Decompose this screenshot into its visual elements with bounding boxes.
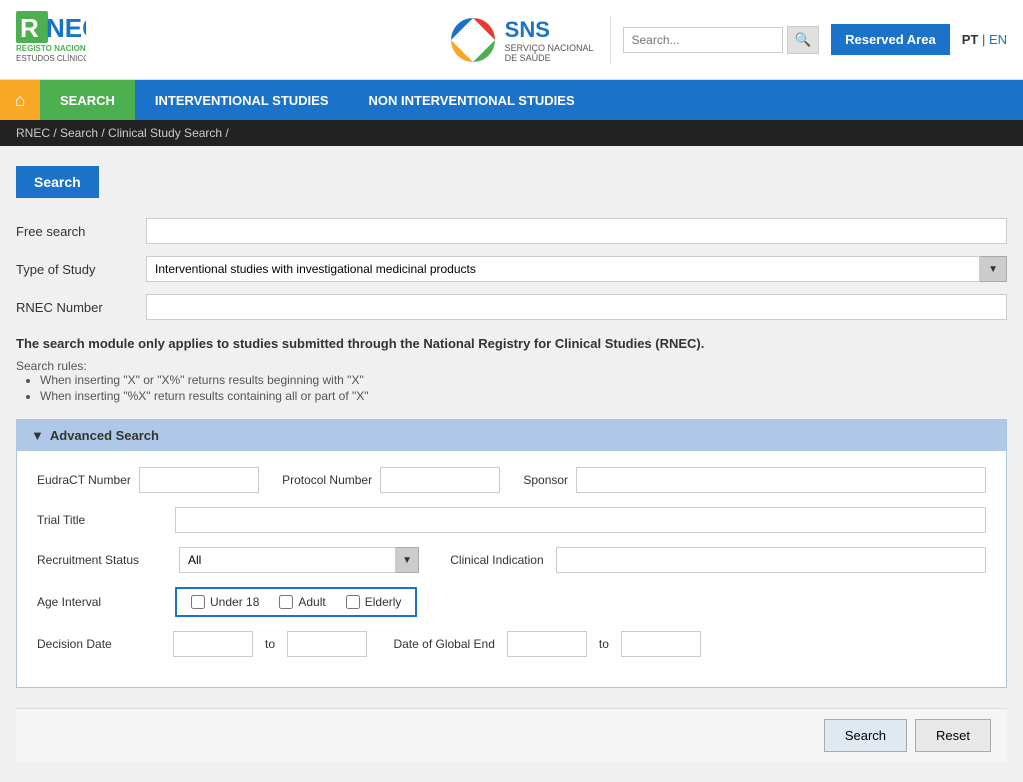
navigation-bar: ⌂ SEARCH INTERVENTIONAL STUDIES NON INTE… bbox=[0, 80, 1023, 120]
advanced-search-section: ▼ Advanced Search EudraCT Number Protoco… bbox=[16, 419, 1007, 688]
svg-text:REGISTO NACIONAL: REGISTO NACIONAL bbox=[16, 44, 86, 53]
info-text: The search module only applies to studie… bbox=[16, 336, 1007, 351]
bottom-reset-button[interactable]: Reset bbox=[915, 719, 991, 752]
sns-sub2: DE SAÚDE bbox=[505, 53, 594, 63]
collapse-icon: ▼ bbox=[31, 428, 44, 443]
sns-text-block: SNS SERVIÇO NACIONAL DE SAÚDE bbox=[505, 17, 594, 63]
rnec-logo: R NEC REGISTO NACIONAL ESTUDOS CLÍNICOS bbox=[16, 11, 86, 69]
global-end-to: to bbox=[599, 637, 609, 651]
free-search-input[interactable] bbox=[146, 218, 1007, 244]
advanced-search-body: EudraCT Number Protocol Number Sponsor T… bbox=[17, 451, 1006, 687]
header: R NEC REGISTO NACIONAL ESTUDOS CLÍNICOS … bbox=[0, 0, 1023, 80]
free-search-row: Free search bbox=[16, 218, 1007, 244]
recruitment-select-arrow: ▼ bbox=[396, 547, 419, 573]
protocol-label: Protocol Number bbox=[282, 473, 372, 487]
sns-circle-logo bbox=[449, 16, 497, 64]
sns-logo: SNS SERVIÇO NACIONAL DE SAÚDE bbox=[449, 16, 611, 64]
type-of-study-label: Type of Study bbox=[16, 262, 146, 277]
header-search-button[interactable]: 🔍 bbox=[787, 26, 820, 54]
age-elderly-checkbox[interactable] bbox=[346, 595, 360, 609]
home-button[interactable]: ⌂ bbox=[0, 80, 40, 120]
rnec-number-row: RNEC Number bbox=[16, 294, 1007, 320]
rnec-number-input[interactable] bbox=[146, 294, 1007, 320]
sns-sub1: SERVIÇO NACIONAL bbox=[505, 43, 594, 53]
age-adult-option[interactable]: Adult bbox=[279, 595, 325, 609]
search-icon: 🔍 bbox=[795, 32, 812, 47]
type-of-study-select[interactable]: Interventional studies with investigatio… bbox=[146, 256, 980, 282]
sponsor-label: Sponsor bbox=[523, 473, 568, 487]
age-elderly-option[interactable]: Elderly bbox=[346, 595, 402, 609]
decision-date-label: Decision Date bbox=[37, 637, 167, 651]
age-adult-label: Adult bbox=[298, 595, 325, 609]
age-under18-checkbox[interactable] bbox=[191, 595, 205, 609]
search-rule-1: When inserting "X" or "X%" returns resul… bbox=[40, 373, 1007, 387]
search-rule-2: When inserting "%X" return results conta… bbox=[40, 389, 1007, 403]
nav-item-search[interactable]: SEARCH bbox=[40, 80, 135, 120]
advanced-search-toggle[interactable]: ▼ Advanced Search bbox=[17, 420, 1006, 451]
sns-label: SNS bbox=[505, 17, 594, 43]
decision-date-from-input[interactable] bbox=[173, 631, 253, 657]
nav-item-non-interventional[interactable]: NON INTERVENTIONAL STUDIES bbox=[349, 80, 595, 120]
lang-pt[interactable]: PT bbox=[962, 32, 979, 47]
age-interval-box: Under 18 Adult Elderly bbox=[175, 587, 417, 617]
search-rules: Search rules: When inserting "X" or "X%"… bbox=[16, 359, 1007, 403]
age-interval-label: Age Interval bbox=[37, 595, 167, 609]
trial-title-input[interactable] bbox=[175, 507, 986, 533]
reserved-area-button[interactable]: Reserved Area bbox=[831, 24, 950, 55]
type-of-study-row: Type of Study Interventional studies wit… bbox=[16, 256, 1007, 282]
type-of-study-select-wrapper: Interventional studies with investigatio… bbox=[146, 256, 1007, 282]
decision-date-to: to bbox=[265, 637, 275, 651]
sponsor-input[interactable] bbox=[576, 467, 986, 493]
select-arrow-icon: ▼ bbox=[980, 256, 1007, 282]
trial-title-label: Trial Title bbox=[37, 513, 167, 527]
bottom-search-button[interactable]: Search bbox=[824, 719, 907, 752]
logo-area: R NEC REGISTO NACIONAL ESTUDOS CLÍNICOS bbox=[16, 11, 449, 69]
header-search-input[interactable] bbox=[623, 27, 783, 53]
eudract-protocol-sponsor-row: EudraCT Number Protocol Number Sponsor bbox=[37, 467, 986, 493]
eudract-label: EudraCT Number bbox=[37, 473, 131, 487]
main-content: Search Free search Type of Study Interve… bbox=[0, 146, 1023, 782]
recruitment-status-label: Recruitment Status bbox=[37, 553, 167, 567]
free-search-label: Free search bbox=[16, 224, 146, 239]
header-search-bar: 🔍 bbox=[623, 26, 820, 54]
recruitment-clinical-row: Recruitment Status All Ongoing Completed… bbox=[37, 547, 986, 573]
rnec-number-label: RNEC Number bbox=[16, 300, 146, 315]
svg-text:NEC: NEC bbox=[46, 13, 86, 43]
recruitment-select-wrapper: All Ongoing Completed Suspended ▼ bbox=[179, 547, 419, 573]
decision-date-to-input[interactable] bbox=[287, 631, 367, 657]
date-row: Decision Date to Date of Global End to bbox=[37, 631, 986, 657]
lang-en[interactable]: EN bbox=[989, 32, 1007, 47]
language-switcher: PT | EN bbox=[962, 32, 1007, 47]
global-end-label: Date of Global End bbox=[393, 637, 494, 651]
age-adult-checkbox[interactable] bbox=[279, 595, 293, 609]
eudract-input[interactable] bbox=[139, 467, 259, 493]
search-button-top[interactable]: Search bbox=[16, 166, 99, 198]
lang-sep: | bbox=[982, 32, 989, 47]
bottom-buttons: Search Reset bbox=[16, 708, 1007, 762]
breadcrumb: RNEC / Search / Clinical Study Search / bbox=[0, 120, 1023, 146]
search-rules-label: Search rules: bbox=[16, 359, 1007, 373]
advanced-search-label: Advanced Search bbox=[50, 428, 159, 443]
header-right: SNS SERVIÇO NACIONAL DE SAÚDE 🔍 Reserved… bbox=[449, 16, 1007, 64]
clinical-indication-label: Clinical Indication bbox=[450, 553, 543, 567]
trial-title-row: Trial Title bbox=[37, 507, 986, 533]
svg-text:R: R bbox=[20, 13, 39, 43]
global-end-to-input[interactable] bbox=[621, 631, 701, 657]
global-end-from-input[interactable] bbox=[507, 631, 587, 657]
age-under18-label: Under 18 bbox=[210, 595, 259, 609]
nav-item-interventional[interactable]: INTERVENTIONAL STUDIES bbox=[135, 80, 349, 120]
clinical-indication-input[interactable] bbox=[556, 547, 986, 573]
age-interval-row: Age Interval Under 18 Adult Elderly bbox=[37, 587, 986, 617]
age-under18-option[interactable]: Under 18 bbox=[191, 595, 259, 609]
recruitment-status-select[interactable]: All Ongoing Completed Suspended bbox=[179, 547, 396, 573]
age-elderly-label: Elderly bbox=[365, 595, 402, 609]
svg-text:ESTUDOS CLÍNICOS: ESTUDOS CLÍNICOS bbox=[16, 54, 86, 63]
protocol-input[interactable] bbox=[380, 467, 500, 493]
